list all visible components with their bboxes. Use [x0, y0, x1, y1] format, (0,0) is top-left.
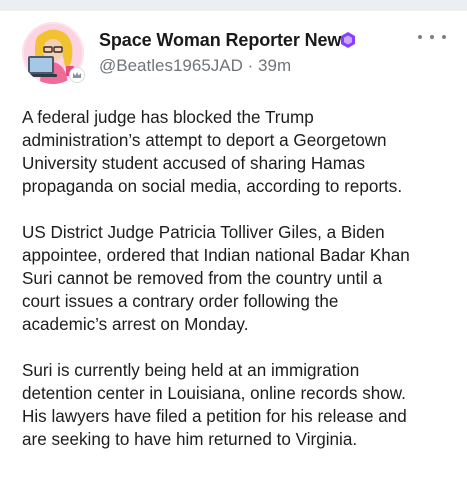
post-text-line: Suri cannot be removed from the country … — [22, 269, 383, 288]
post-text-line: detention center in Louisiana, online re… — [22, 384, 406, 403]
author-name[interactable]: Space Woman Reporter News — [99, 30, 351, 51]
post-text-line: academic’s arrest on Monday. — [22, 315, 249, 334]
post-paragraph: A federal judge has blocked the Trump ad… — [22, 106, 462, 198]
top-strip — [0, 0, 467, 11]
post-text-line: US District Judge Patricia Tolliver Gile… — [22, 223, 385, 242]
post-text-line: court issues a contrary order following … — [22, 292, 339, 311]
more-dot — [442, 35, 446, 39]
post-paragraph: Suri is currently being held at an immig… — [22, 359, 462, 451]
post-screen: Space Woman Reporter News @Beatles1965JA… — [0, 0, 467, 500]
post-timestamp[interactable]: 39m — [258, 56, 291, 75]
post-text-line: administration’s attempt to deport a Geo… — [22, 131, 387, 150]
post-text-line: appointee, ordered that Indian national … — [22, 246, 410, 265]
meta-separator: · — [247, 56, 254, 75]
post-text-line: are seeking to have him returned to Virg… — [22, 430, 358, 449]
author-handle[interactable]: @Beatles1965JAD — [99, 56, 243, 75]
post-text-line: propaganda on social media, according to… — [22, 177, 403, 196]
post-text-line: A federal judge has blocked the Trump — [22, 108, 314, 127]
post-body: A federal judge has blocked the Trump ad… — [22, 106, 462, 474]
post-text-line: His lawyers have filed a petition for hi… — [22, 407, 407, 426]
hexagon-badge-icon — [341, 32, 355, 48]
author-handle-line: @Beatles1965JAD · 39m — [99, 56, 291, 76]
more-dot — [430, 35, 434, 39]
post-text-line: University student accused of sharing Ha… — [22, 154, 365, 173]
more-horizontal-icon[interactable] — [418, 27, 446, 47]
post-paragraph: US District Judge Patricia Tolliver Gile… — [22, 221, 462, 336]
more-dot — [418, 35, 422, 39]
post-text-line: Suri is currently being held at an immig… — [22, 361, 360, 380]
crown-icon — [69, 67, 85, 83]
